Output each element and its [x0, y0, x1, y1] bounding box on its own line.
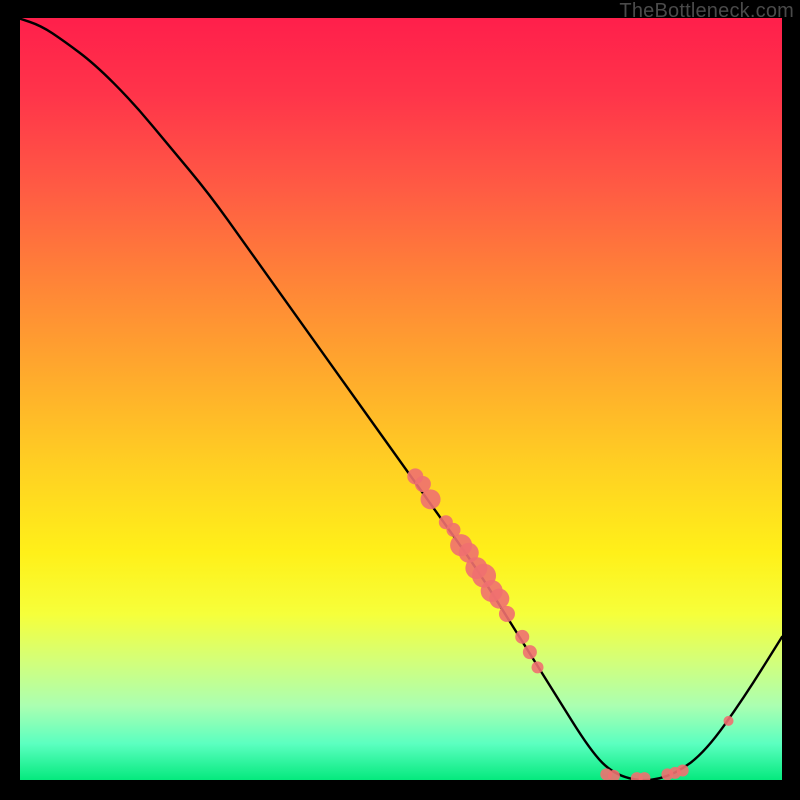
- attribution-label: TheBottleneck.com: [619, 0, 794, 23]
- gradient-background: [18, 18, 782, 782]
- chart-frame: TheBottleneck.com: [0, 0, 800, 800]
